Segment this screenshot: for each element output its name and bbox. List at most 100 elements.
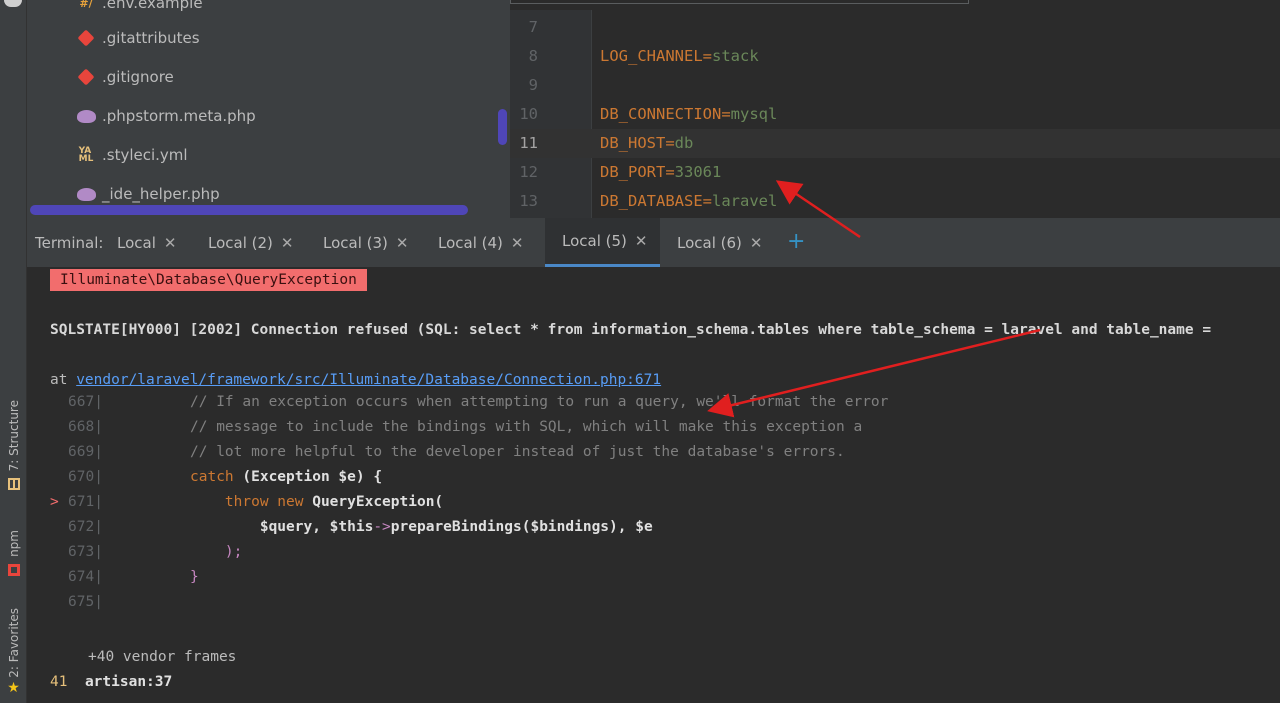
terminal-output[interactable]: Illuminate\Database\QueryException SQLST… (27, 267, 1280, 703)
exception-badge: Illuminate\Database\QueryException (50, 269, 367, 291)
tab-local-6[interactable]: Local (6) ✕ (677, 218, 762, 267)
editor-line[interactable]: 12 DB_PORT=33061 (510, 158, 1280, 187)
error-message: SQLSTATE[HY000] [2002] Connection refuse… (50, 322, 1212, 338)
source-code: // message to include the bindings with … (190, 419, 862, 435)
env-equals: = (702, 192, 712, 210)
tree-item-phpstorm-meta[interactable]: .phpstorm.meta.php (76, 105, 256, 127)
at-prefix: at (50, 372, 77, 388)
line-number: 10 (519, 105, 538, 123)
env-equals: = (665, 134, 675, 152)
env-value: stack (712, 47, 759, 65)
tree-item-env-example[interactable]: #/ .env.example (76, 0, 202, 14)
project-tree: #/ .env.example .gitattributes .gitignor… (27, 0, 510, 218)
source-code: } (190, 569, 199, 585)
source-line-number: 673| (68, 544, 103, 560)
code-token: ); (190, 544, 243, 560)
source-code: $query, $this->prepareBindings($bindings… (190, 519, 653, 535)
editor-line[interactable]: 10 DB_CONNECTION=mysql (510, 100, 1280, 129)
project-horizontal-scrollbar[interactable] (30, 205, 468, 215)
tab-local-3[interactable]: Local (3) ✕ (323, 218, 408, 267)
code-token: -> (373, 519, 391, 535)
php-elephant-icon (76, 185, 96, 203)
tree-item-styleci[interactable]: YA ML .styleci.yml (76, 144, 188, 166)
code-token: catch (190, 469, 243, 485)
tab-label: Local (3) (323, 233, 388, 252)
source-line-number: 667| (68, 394, 103, 410)
source-file-link[interactable]: vendor/laravel/framework/src/Illuminate/… (76, 372, 661, 388)
close-icon[interactable]: ✕ (164, 234, 177, 252)
editor-line[interactable]: 9 (510, 71, 1280, 100)
git-icon (76, 68, 96, 86)
structure-tool-button[interactable]: 7: Structure (0, 400, 27, 494)
npm-label: npm (6, 530, 21, 557)
tree-item-label: .gitattributes (102, 29, 200, 47)
source-code: throw new QueryException( (190, 494, 443, 510)
code-token: } (190, 569, 199, 585)
line-number: 11 (519, 134, 538, 152)
favorites-tool-button[interactable]: ★ 2: Favorites (0, 608, 27, 695)
tab-local-5[interactable]: Local (5) ✕ (545, 218, 660, 267)
line-number: 13 (519, 192, 538, 210)
env-key: LOG_CHANNEL (600, 47, 703, 65)
frame-location: artisan:37 (84, 674, 173, 690)
env-key: DB_CONNECTION (600, 105, 722, 123)
source-line-number: 675| (68, 594, 103, 610)
close-icon[interactable]: ✕ (511, 234, 524, 252)
source-line-number: 670| (68, 469, 103, 485)
code-token: prepareBindings($bindings), $e (390, 519, 653, 535)
artisan-frame: 41 artisan:37 (50, 674, 172, 690)
tab-label: Local (5) (562, 232, 627, 250)
close-icon[interactable]: ✕ (635, 232, 648, 250)
source-line-number: 668| (68, 419, 103, 435)
project-vertical-scrollbar[interactable] (498, 109, 507, 145)
tab-label: Local (6) (677, 233, 742, 252)
tab-local[interactable]: Local ✕ (117, 218, 176, 267)
source-code: // lot more helpful to the developer ins… (190, 444, 845, 460)
code-token: // message to include the bindings with … (190, 419, 863, 435)
git-icon (76, 29, 96, 47)
code-token: (Exception $e) { (242, 469, 383, 485)
tab-label: Local (4) (438, 233, 503, 252)
line-number: 8 (528, 47, 538, 65)
source-line-number: 671| (68, 494, 103, 510)
close-icon[interactable]: ✕ (750, 234, 763, 252)
project-icon[interactable] (4, 0, 22, 7)
tab-label: Local (2) (208, 233, 273, 252)
terminal-tab-bar: Terminal: Local ✕ Local (2) ✕ Local (3) ✕ L… (27, 218, 1280, 267)
add-tab-icon[interactable]: + (787, 229, 805, 254)
php-elephant-icon (76, 107, 96, 125)
tab-local-4[interactable]: Local (4) ✕ (438, 218, 523, 267)
source-line-number: 674| (68, 569, 103, 585)
editor-search-field[interactable] (510, 0, 969, 4)
env-file-icon: #/ (79, 0, 93, 10)
code-token: throw new (190, 494, 313, 510)
tree-item-gitattributes[interactable]: .gitattributes (76, 27, 200, 49)
tree-item-ide-helper[interactable]: _ide_helper.php (76, 183, 220, 205)
frame-number: 41 (50, 674, 68, 690)
tree-item-gitignore[interactable]: .gitignore (76, 66, 174, 88)
current-line-marker: > (50, 494, 59, 510)
line-number: 9 (528, 76, 538, 94)
code-token: $query, $this (190, 519, 374, 535)
env-equals: = (702, 47, 712, 65)
tab-local-2[interactable]: Local (2) ✕ (208, 218, 293, 267)
editor-line[interactable]: 7 (510, 13, 1280, 42)
line-number: 12 (519, 163, 538, 181)
npm-tool-button[interactable]: npm (0, 530, 27, 580)
source-line-number: 672| (68, 519, 103, 535)
vendor-frames: +40 vendor frames (88, 649, 237, 665)
code-token: // lot more helpful to the developer ins… (190, 444, 845, 460)
close-icon[interactable]: ✕ (396, 234, 409, 252)
editor-line-current[interactable]: 11 DB_HOST=db (510, 129, 1280, 158)
editor-line[interactable]: 8 LOG_CHANNEL=stack (510, 42, 1280, 71)
close-icon[interactable]: ✕ (281, 234, 294, 252)
env-value: mysql (730, 105, 778, 123)
favorites-label: 2: Favorites (6, 608, 21, 678)
stack-location: at vendor/laravel/framework/src/Illumina… (50, 372, 661, 388)
structure-icon (7, 475, 20, 494)
source-line-number: 669| (68, 444, 103, 460)
line-number: 7 (528, 18, 538, 36)
source-code: ); (190, 544, 242, 560)
env-value: 33061 (674, 163, 722, 181)
editor-line[interactable]: 13 DB_DATABASE=laravel (510, 187, 1280, 216)
